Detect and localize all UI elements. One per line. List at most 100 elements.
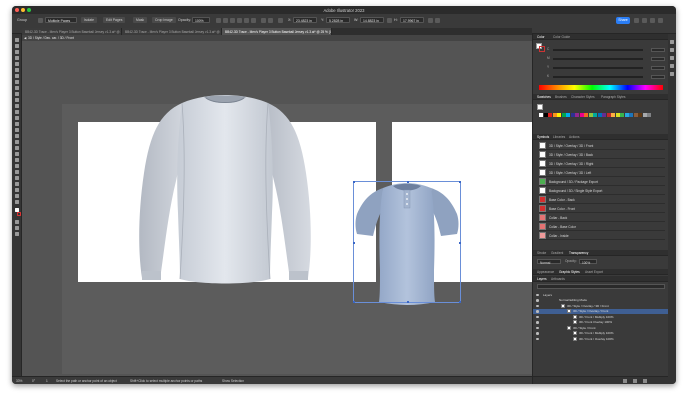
color-swatch[interactable] [557, 113, 561, 117]
eraser-tool-icon[interactable] [15, 104, 19, 108]
tab-symbols[interactable]: Symbols [537, 135, 549, 139]
zoom-level[interactable]: 33% [16, 379, 22, 383]
direct-selection-tool-icon[interactable] [15, 44, 19, 48]
scale-tool-icon[interactable] [15, 116, 19, 120]
color-swatch[interactable] [566, 113, 570, 117]
doc-tab-1[interactable]: BB42-3D Trace - Men's Player 3 Button Ba… [22, 28, 122, 35]
mask-button[interactable]: Mask [133, 17, 148, 23]
color-swatch[interactable] [638, 113, 642, 117]
channel-c-field[interactable] [651, 48, 665, 52]
color-swatch[interactable] [629, 113, 633, 117]
column-graph-tool-icon[interactable] [15, 176, 19, 180]
channel-k-field[interactable] [651, 75, 665, 79]
tab-layers[interactable]: Layers [537, 277, 547, 281]
resize-handle-n[interactable] [406, 180, 410, 183]
symbol-row[interactable]: Background / 3D / Single Style Export [539, 186, 665, 195]
transform-options-icon[interactable] [428, 17, 433, 23]
symbol-row[interactable]: 3D / Style / Overlay / 3D / Right [539, 159, 665, 168]
visibility-eye-icon[interactable] [536, 315, 539, 318]
curvature-tool-icon[interactable] [15, 68, 19, 72]
new-layer-icon[interactable] [633, 379, 637, 383]
channel-m-slider[interactable] [553, 58, 643, 60]
visibility-eye-icon[interactable] [536, 326, 539, 329]
channel-c-slider[interactable] [553, 49, 643, 51]
edit-toolbar-icon[interactable] [15, 232, 19, 236]
resize-handle-ne[interactable] [459, 180, 462, 183]
y-field[interactable]: 5.2828 in [326, 17, 350, 23]
h-field[interactable]: 17.9967 in [400, 17, 424, 23]
tab-artboards[interactable]: Artboards [551, 277, 565, 281]
resize-handle-se[interactable] [459, 301, 462, 304]
workspace-icon[interactable] [642, 17, 647, 23]
rotation-angle[interactable]: 0° [32, 379, 35, 383]
color-swatch[interactable] [575, 113, 579, 117]
color-swatch[interactable] [552, 113, 557, 117]
symbol-row[interactable]: 3D / Style / Overlay / 3D / Front [539, 141, 665, 150]
properties-panel-icon[interactable] [670, 40, 674, 44]
color-swatch[interactable] [561, 113, 566, 117]
draw-mode-icon[interactable] [15, 220, 19, 224]
transparency-opacity-field[interactable]: 100% [579, 259, 597, 265]
tab-appearance[interactable]: Appearance [537, 270, 554, 274]
visibility-eye-icon[interactable] [536, 321, 539, 324]
width-tool-icon[interactable] [15, 122, 19, 126]
distribute-icon[interactable] [261, 17, 266, 23]
symbol-row[interactable]: 3D / Style / Overlay / 3D / Back [539, 150, 665, 159]
shape-builder-tool-icon[interactable] [15, 134, 19, 138]
color-swatch[interactable] [593, 113, 597, 117]
zoom-tool-icon[interactable] [15, 200, 19, 204]
tab-graphic-styles[interactable]: Graphic Styles [559, 270, 580, 274]
opacity-field[interactable]: 100% [192, 17, 210, 23]
symbol-row[interactable]: Collar - Inside [539, 231, 665, 240]
back-arrow-icon[interactable]: ◀ [24, 36, 26, 40]
artboard-tool-icon[interactable] [15, 182, 19, 186]
line-tool-icon[interactable] [15, 80, 19, 84]
selection-tool-icon[interactable] [15, 38, 19, 42]
more-options-icon[interactable] [435, 17, 440, 23]
canvas-area[interactable] [22, 41, 532, 377]
x-field[interactable]: 23.4823 in [293, 17, 317, 23]
pencil-tool-icon[interactable] [15, 98, 19, 102]
delete-layer-icon[interactable] [643, 379, 647, 383]
tab-actions[interactable]: Actions [569, 135, 579, 139]
resize-handle-e[interactable] [459, 241, 462, 245]
tab-transparency[interactable]: Transparency [569, 251, 588, 255]
selection-bounding-box[interactable] [352, 180, 462, 304]
color-spectrum-bar[interactable] [539, 85, 663, 90]
doc-tab-2[interactable]: BB42-3D Trace - Men's Player 3 Button Ba… [122, 28, 222, 35]
color-swatch[interactable] [615, 113, 620, 117]
channel-k-slider[interactable] [553, 76, 643, 78]
eyedropper-tool-icon[interactable] [15, 158, 19, 162]
symbol-row[interactable]: Collar - Back [539, 213, 665, 222]
perspective-grid-tool-icon[interactable] [15, 140, 19, 144]
channel-y-field[interactable] [651, 66, 665, 70]
color-swatch[interactable] [611, 113, 615, 117]
tab-brushes[interactable]: Brushes [555, 95, 567, 99]
color-swatch[interactable] [548, 113, 552, 117]
color-swatch[interactable] [624, 113, 629, 117]
color-swatch[interactable] [633, 113, 638, 117]
paintbrush-tool-icon[interactable] [15, 92, 19, 96]
visibility-eye-icon[interactable] [536, 299, 539, 302]
discover-icon[interactable] [658, 17, 663, 23]
page-mode-dropdown[interactable]: Multiple Pages [45, 17, 77, 23]
align-middle-icon[interactable] [244, 17, 249, 23]
color-swatch[interactable] [539, 113, 543, 117]
long-sleeve-shirt-artwork[interactable] [120, 93, 330, 291]
tab-swatches[interactable]: Swatches [537, 95, 551, 99]
distribute-v-icon[interactable] [268, 17, 273, 23]
swatch-fill-chip[interactable] [537, 104, 543, 110]
layer-row[interactable]: 3D / Front / Overlay 100% [533, 336, 669, 342]
magic-wand-tool-icon[interactable] [15, 50, 19, 54]
search-icon[interactable] [634, 17, 639, 23]
blend-mode-dropdown[interactable]: Normal [537, 259, 561, 265]
transform-reference-icon[interactable] [278, 17, 283, 23]
visibility-eye-icon[interactable] [536, 332, 539, 335]
transform-panel-icon[interactable] [670, 72, 674, 76]
symbol-row[interactable]: 3D / Style / Overlay / 3D / Left [539, 168, 665, 177]
mesh-tool-icon[interactable] [15, 146, 19, 150]
align-top-icon[interactable] [237, 17, 242, 23]
stroke-swatch-icon[interactable] [17, 212, 21, 216]
hand-tool-icon[interactable] [15, 194, 19, 198]
visibility-eye-icon[interactable] [536, 304, 539, 307]
